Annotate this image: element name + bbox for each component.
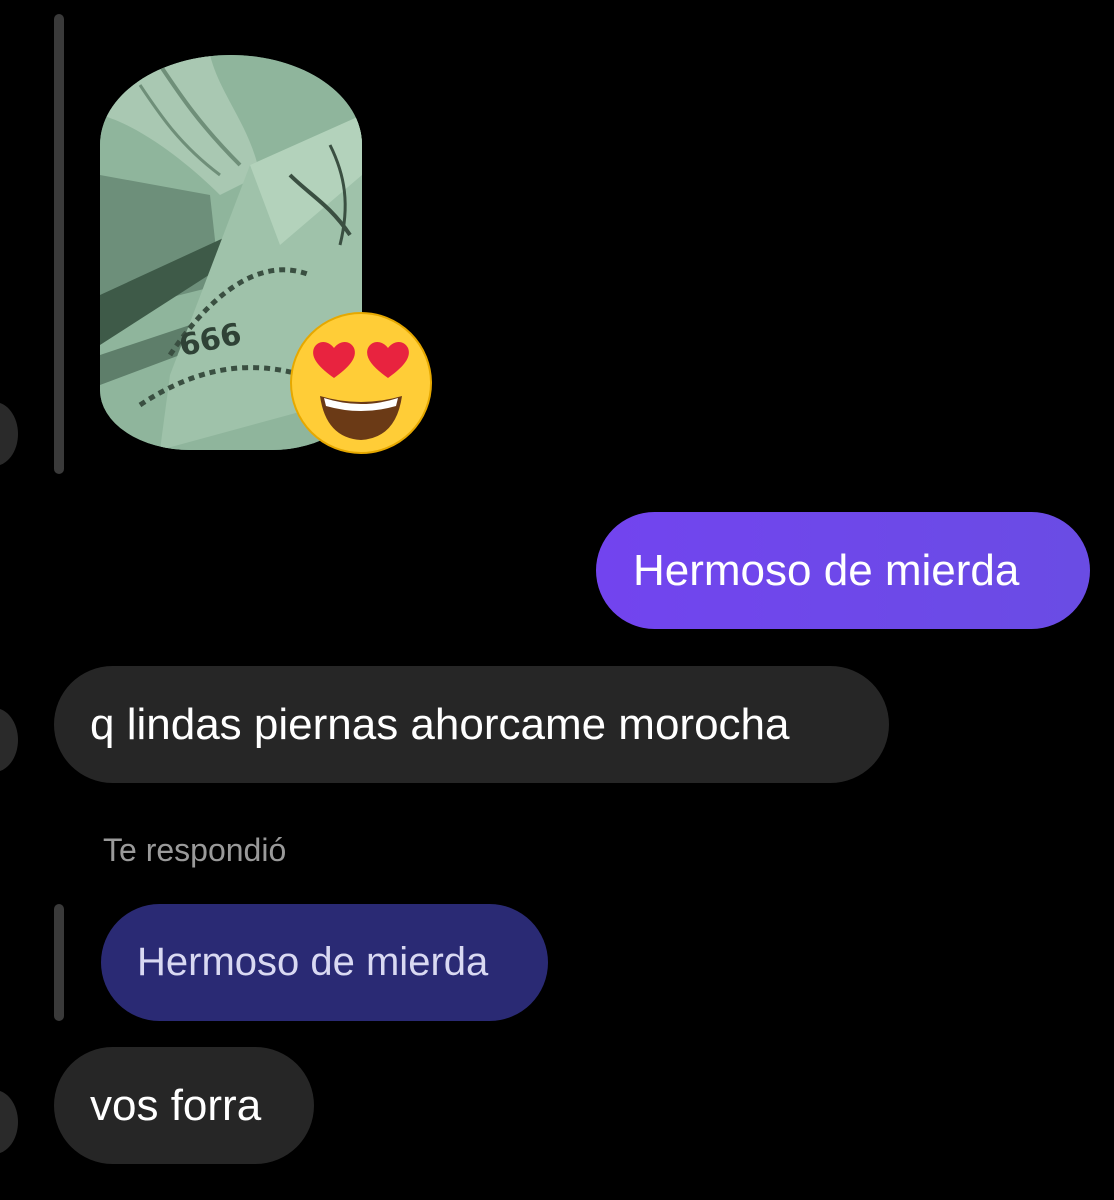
received-message-bubble[interactable]: q lindas piernas ahorcame morocha (54, 666, 889, 783)
quoted-reply-bar (54, 904, 64, 1021)
received-message-bubble[interactable]: vos forra (54, 1047, 314, 1164)
story-reply-bar (54, 14, 64, 474)
sender-avatar[interactable] (0, 402, 18, 466)
message-text: vos forra (90, 1080, 262, 1130)
sent-message-bubble[interactable]: Hermoso de mierda (596, 512, 1090, 629)
sender-avatar[interactable] (0, 708, 18, 772)
heart-eyes-reaction-icon[interactable] (290, 312, 432, 454)
message-text: Hermoso de mierda (633, 545, 1020, 595)
quoted-message-bubble[interactable]: Hermoso de mierda (101, 904, 548, 1021)
sender-avatar[interactable] (0, 1090, 18, 1154)
quoted-message-text: Hermoso de mierda (137, 940, 489, 984)
message-text: q lindas piernas ahorcame morocha (90, 699, 790, 749)
reply-context-label: Te respondió (103, 832, 287, 868)
